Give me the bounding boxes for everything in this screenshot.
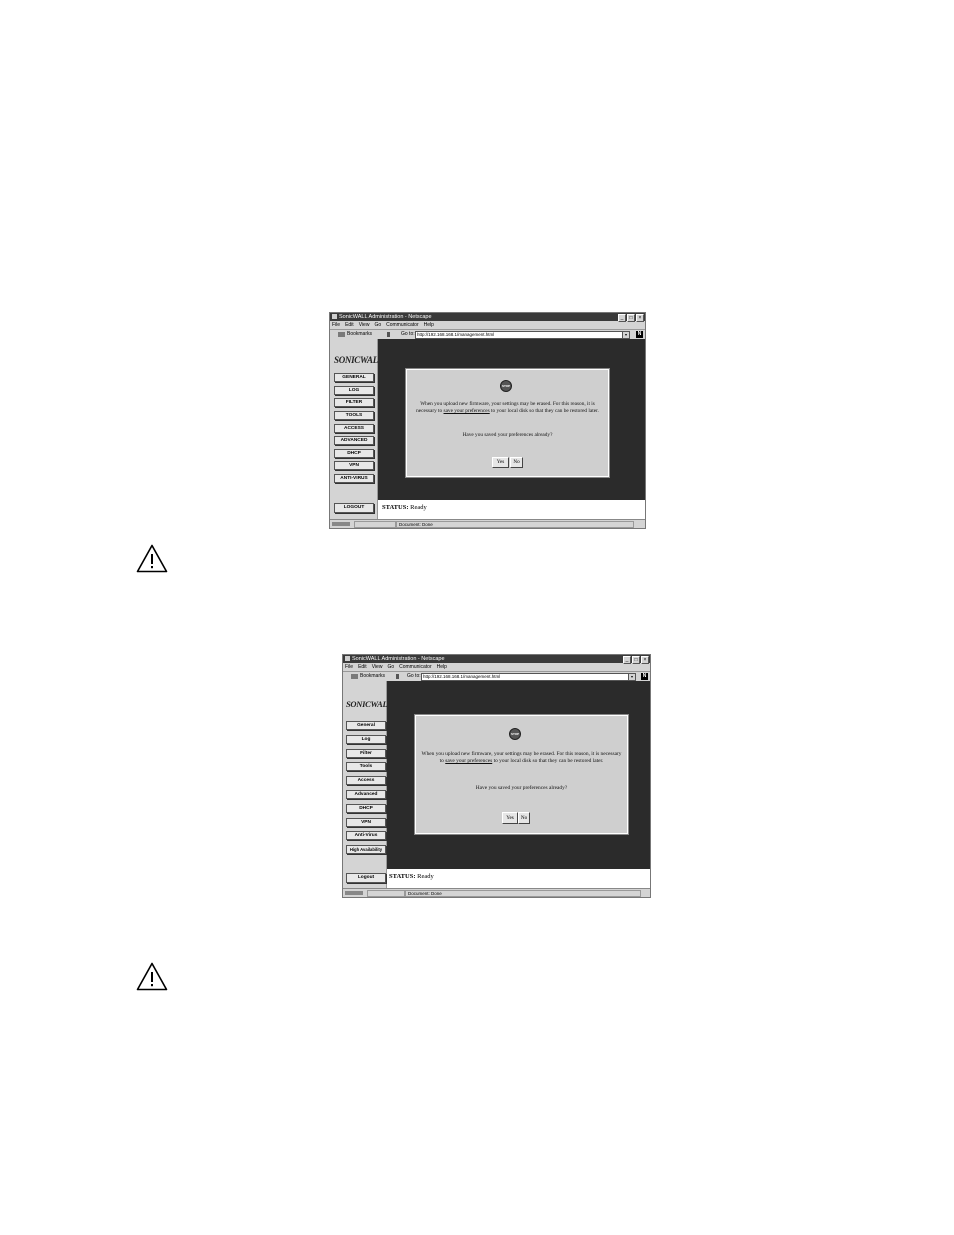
bookmarks-icon[interactable] [338, 332, 345, 337]
no-button[interactable]: No [518, 812, 530, 824]
dialog-question: Have you saved your preferences already? [475, 785, 568, 791]
bookmarks-label[interactable]: Bookmarks [347, 330, 372, 339]
dialog-text-after-link: to your local disk so that they can be r… [493, 758, 604, 764]
menu-view[interactable]: View [359, 321, 370, 329]
nav-access[interactable]: ACCESS [334, 424, 374, 433]
nav-general[interactable]: General [346, 721, 386, 730]
status-label: STATUS: [389, 873, 416, 880]
status-value: Ready [417, 873, 434, 880]
nav-filter[interactable]: FILTER [334, 398, 374, 407]
nav-log[interactable]: Log [346, 735, 386, 744]
nav-anti-virus[interactable]: Anti-Virus [346, 831, 386, 840]
dialog-message: When you upload new firmware, your setti… [411, 401, 604, 415]
document-status: Document: Done [405, 890, 641, 897]
nav-filter[interactable]: Filter [346, 749, 386, 758]
sidebar: SONICWALL General Log Filter Tools Acces… [343, 681, 401, 888]
no-button[interactable]: No [510, 457, 523, 468]
menu-file[interactable]: File [332, 321, 340, 329]
nav-anti-virus[interactable]: ANTI-VIRUS [334, 474, 374, 483]
stop-icon: STOP [500, 380, 512, 392]
location-toolbar: Bookmarks Go to: http://192.168.168.1/ma… [343, 671, 650, 681]
location-toolbar: Bookmarks Go to: http://192.168.168.1/ma… [330, 329, 645, 339]
nav-access[interactable]: Access [346, 776, 386, 785]
sonicwall-logo: SONICWALL [346, 699, 401, 709]
bookmarks-icon[interactable] [351, 674, 358, 679]
netscape-logo-icon: N [641, 673, 648, 680]
netscape-logo-icon: N [636, 331, 643, 338]
url-dropdown-icon[interactable]: ▾ [622, 331, 630, 339]
main-content: STOP When you upload new firmware, your … [387, 681, 650, 869]
main-content: STOP When you upload new firmware, your … [378, 339, 645, 500]
window-title: SonicWALL Administration - Netscape [339, 314, 432, 320]
firmware-warning-dialog: STOP When you upload new firmware, your … [405, 368, 610, 478]
status-message: STATUS: Ready [389, 873, 434, 880]
nav-high-availability[interactable]: High Availability [346, 845, 386, 854]
nav-tools[interactable]: Tools [346, 762, 386, 771]
yes-button[interactable]: Yes [502, 812, 518, 824]
nav-advanced[interactable]: ADVANCED [334, 436, 374, 445]
window-title: SonicWALL Administration - Netscape [352, 656, 445, 662]
url-dropdown-icon[interactable]: ▾ [628, 673, 636, 681]
menu-go[interactable]: Go [387, 663, 394, 671]
browser-window-1: SonicWALL Administration - Netscape _ □ … [329, 312, 646, 529]
dialog-question: Have you saved your preferences already? [462, 432, 553, 438]
logout-button[interactable]: LOGOUT [334, 503, 374, 513]
nav-vpn[interactable]: VPN [334, 461, 374, 470]
nav-general[interactable]: GENERAL [334, 373, 374, 382]
status-row: STATUS: Ready [387, 869, 650, 888]
save-preferences-link[interactable]: save your preferences [444, 408, 490, 414]
status-value: Ready [410, 504, 427, 511]
security-icon [332, 522, 350, 526]
warning-icon [136, 544, 168, 573]
menu-file[interactable]: File [345, 663, 353, 671]
status-message: STATUS: Ready [382, 504, 427, 511]
window-titlebar: SonicWALL Administration - Netscape _ □ … [330, 313, 645, 322]
yes-button[interactable]: Yes [492, 457, 509, 468]
menu-help[interactable]: Help [424, 321, 434, 329]
menu-go[interactable]: Go [374, 321, 381, 329]
warning-icon [136, 962, 168, 991]
menu-communicator[interactable]: Communicator [399, 663, 432, 671]
browser-window-2: SonicWALL Administration - Netscape _ □ … [342, 654, 651, 898]
menu-view[interactable]: View [372, 663, 383, 671]
location-pin-icon[interactable] [387, 332, 390, 337]
nav-log[interactable]: LOG [334, 386, 374, 395]
window-titlebar: SonicWALL Administration - Netscape _ □ … [343, 655, 650, 664]
security-icon [345, 891, 363, 895]
menu-help[interactable]: Help [437, 663, 447, 671]
nav-tools[interactable]: TOOLS [334, 411, 374, 420]
progress-field [367, 890, 405, 897]
browser-status-bar: Document: Done [330, 519, 645, 528]
netscape-icon [345, 656, 350, 661]
logout-button[interactable]: Logout [346, 873, 386, 883]
status-row: STATUS: Ready [378, 500, 645, 519]
menu-bar: File Edit View Go Communicator Help [330, 321, 645, 329]
netscape-icon [332, 314, 337, 319]
status-label: STATUS: [382, 504, 409, 511]
menu-communicator[interactable]: Communicator [386, 321, 419, 329]
menu-bar: File Edit View Go Communicator Help [343, 663, 650, 671]
nav-dhcp[interactable]: DHCP [346, 804, 386, 813]
nav-advanced[interactable]: Advanced [346, 790, 386, 799]
url-field[interactable]: http://192.168.168.1/management.html [415, 331, 624, 339]
stop-icon: STOP [509, 728, 521, 740]
nav-vpn[interactable]: VPN [346, 818, 386, 827]
dialog-text-after-link: to your local disk so that they can be r… [491, 408, 599, 414]
goto-label: Go to: [407, 673, 421, 679]
menu-edit[interactable]: Edit [345, 321, 354, 329]
sidebar: SONICWALL GENERAL LOG FILTER TOOLS ACCES… [330, 339, 392, 519]
browser-status-bar: Document: Done [343, 888, 650, 897]
location-pin-icon[interactable] [396, 674, 399, 679]
firmware-warning-dialog: STOP When you upload new firmware, your … [414, 714, 629, 835]
goto-label: Go to: [401, 331, 415, 337]
url-field[interactable]: http://192.168.168.1/management.html [421, 673, 630, 681]
save-preferences-link[interactable]: save your preferences [445, 758, 492, 764]
nav-dhcp[interactable]: DHCP [334, 449, 374, 458]
menu-edit[interactable]: Edit [358, 663, 367, 671]
progress-field [354, 521, 396, 528]
sonicwall-logo: SONICWALL [334, 355, 392, 365]
document-status: Document: Done [396, 521, 634, 528]
bookmarks-label[interactable]: Bookmarks [360, 672, 385, 681]
dialog-message: When you upload new firmware, your setti… [419, 751, 624, 765]
